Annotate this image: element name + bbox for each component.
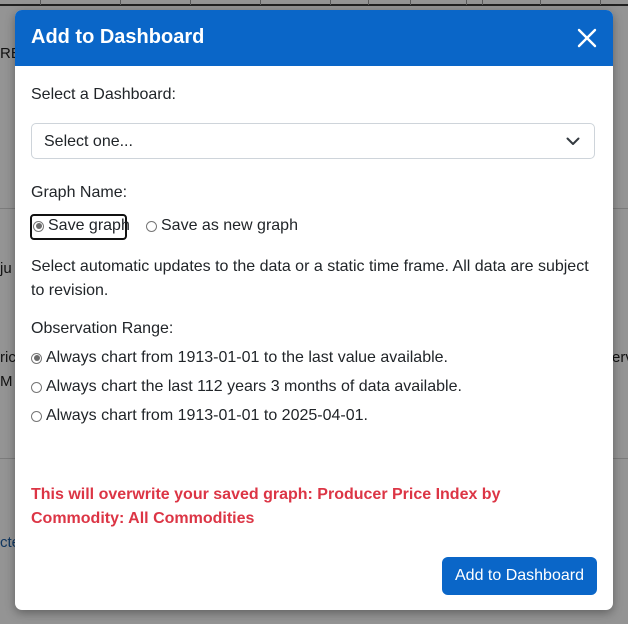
- radio-label: Always chart from 1913-01-01 to the last…: [46, 349, 448, 366]
- close-button[interactable]: [573, 24, 601, 52]
- chevron-down-icon: [566, 137, 580, 145]
- radio-label: Save as new graph: [161, 217, 298, 234]
- radio-indicator-checked[interactable]: [33, 220, 44, 232]
- dashboard-select-value: Select one...: [44, 133, 133, 150]
- dashboard-label: Select a Dashboard:: [31, 86, 176, 103]
- dashboard-select[interactable]: Select one...: [31, 123, 595, 159]
- add-to-dashboard-button[interactable]: Add to Dashboard: [442, 557, 597, 595]
- radio-save-as-new-graph[interactable]: Save as new graph: [146, 217, 298, 235]
- modal-header: Add to Dashboard: [15, 10, 613, 66]
- radio-indicator[interactable]: [146, 220, 157, 232]
- radio-indicator-checked[interactable]: [31, 352, 42, 364]
- close-icon: [577, 28, 597, 48]
- radio-label: Save graph: [48, 217, 130, 234]
- radio-indicator[interactable]: [31, 381, 42, 393]
- radio-label: Always chart from 1913-01-01 to 2025-04-…: [46, 407, 368, 424]
- update-description: Select automatic updates to the data or …: [31, 258, 589, 299]
- radio-range-fixed-dates[interactable]: Always chart from 1913-01-01 to 2025-04-…: [31, 407, 368, 425]
- graph-name-label: Graph Name:: [31, 184, 128, 201]
- add-to-dashboard-modal: Add to Dashboard Select a Dashboard: Sel…: [15, 10, 613, 610]
- radio-save-graph[interactable]: Save graph: [33, 217, 130, 235]
- modal-title: Add to Dashboard: [31, 26, 205, 48]
- radio-label: Always chart the last 112 years 3 months…: [46, 378, 462, 395]
- overwrite-warning: This will overwrite your saved graph: Pr…: [31, 486, 501, 527]
- radio-indicator[interactable]: [31, 410, 42, 422]
- observation-range-label: Observation Range:: [31, 320, 174, 337]
- radio-range-last-period[interactable]: Always chart the last 112 years 3 months…: [31, 378, 462, 396]
- radio-range-to-last-value[interactable]: Always chart from 1913-01-01 to the last…: [31, 349, 448, 367]
